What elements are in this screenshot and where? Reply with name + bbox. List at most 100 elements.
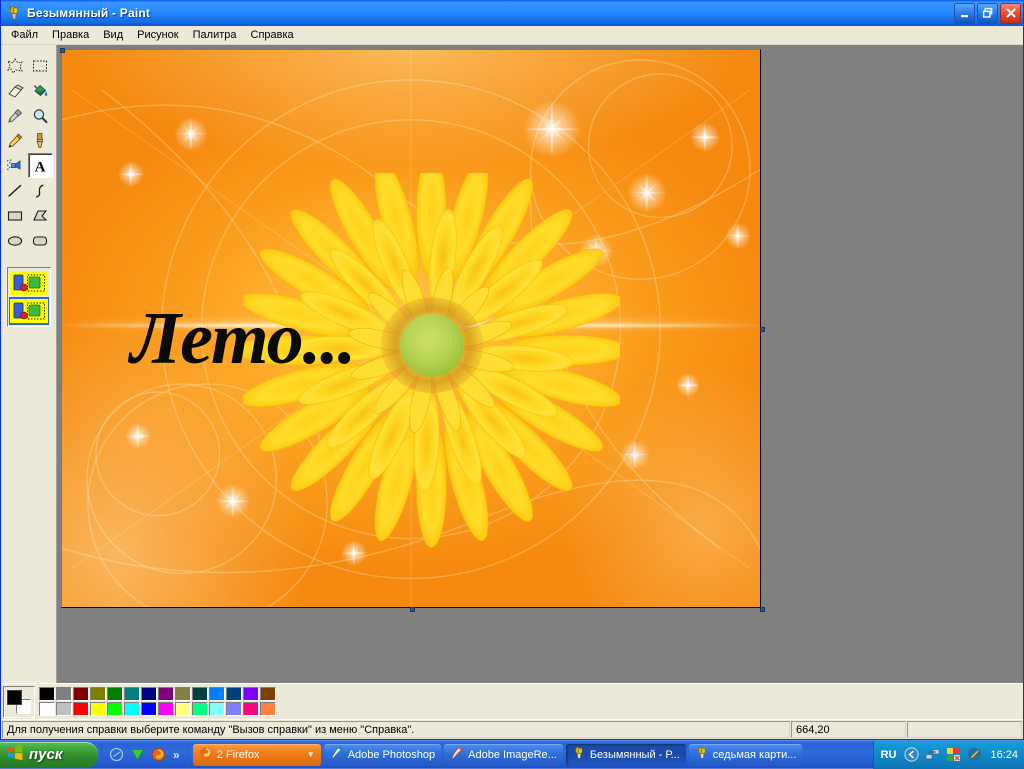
quicklaunch-overflow-button[interactable]: »: [171, 748, 182, 762]
menu-item-edit[interactable]: Правка: [45, 27, 96, 44]
foreground-color-swatch[interactable]: [7, 690, 22, 705]
canvas-image: Лето...: [62, 50, 760, 607]
opaque-background-option[interactable]: [9, 269, 49, 297]
resize-handle-top-left[interactable]: [60, 48, 65, 53]
free-form-select-tool[interactable]: [3, 53, 28, 78]
tool-box: A: [1, 45, 57, 683]
color-swatch[interactable]: [209, 702, 225, 716]
color-swatch[interactable]: [124, 687, 140, 701]
menu-item-view[interactable]: Вид: [96, 27, 130, 44]
select-tool[interactable]: [28, 53, 53, 78]
menu-item-image[interactable]: Рисунок: [130, 27, 186, 44]
color-swatch[interactable]: [175, 687, 191, 701]
curve-tool[interactable]: [28, 178, 53, 203]
color-swatch[interactable]: [56, 702, 72, 716]
menu-item-colors[interactable]: Палитра: [186, 27, 244, 44]
paint-icon: [695, 746, 709, 763]
color-swatch[interactable]: [243, 687, 259, 701]
rectangle-tool[interactable]: [3, 203, 28, 228]
color-swatch[interactable]: [39, 687, 55, 701]
color-swatch[interactable]: [90, 687, 106, 701]
canvas-container: Лето...: [61, 49, 763, 610]
firefox-icon[interactable]: [150, 747, 166, 763]
menu-bar: Файл Правка Вид Рисунок Палитра Справка: [1, 26, 1023, 45]
color-swatch[interactable]: [260, 687, 276, 701]
antivirus-icon[interactable]: [945, 747, 961, 763]
color-swatch[interactable]: [158, 702, 174, 716]
color-swatch[interactable]: [39, 702, 55, 716]
drawing-canvas[interactable]: Лето...: [61, 49, 761, 608]
show-desktop-icon[interactable]: [108, 747, 124, 763]
quick-launch-bar: »: [101, 743, 189, 767]
start-button[interactable]: пуск: [0, 742, 98, 768]
color-swatch[interactable]: [260, 702, 276, 716]
color-swatch[interactable]: [192, 702, 208, 716]
color-swatch[interactable]: [226, 687, 242, 701]
text-tool[interactable]: A: [28, 153, 53, 178]
menu-item-file[interactable]: Файл: [4, 27, 45, 44]
color-swatch[interactable]: [124, 702, 140, 716]
taskbar-items: 2 Firefox ▼ Adobe Photoshop Adobe ImageR…: [189, 744, 873, 766]
line-tool[interactable]: [3, 178, 28, 203]
taskbar-item-paint[interactable]: Безымянный - Р...: [566, 744, 686, 766]
utorrent-icon[interactable]: [129, 747, 145, 763]
airbrush-tool[interactable]: [3, 153, 28, 178]
transparent-background-option[interactable]: [9, 297, 49, 325]
color-palette: [1, 683, 1023, 719]
chevron-down-icon[interactable]: ▼: [307, 750, 315, 759]
color-swatch[interactable]: [243, 702, 259, 716]
svg-text:A: A: [35, 159, 46, 175]
color-swatch[interactable]: [226, 702, 242, 716]
taskbar-item-photoshop[interactable]: Adobe Photoshop: [324, 744, 441, 766]
taskbar-item-imageready[interactable]: Adobe ImageRe...: [444, 744, 563, 766]
windows-logo-icon: [6, 744, 24, 765]
paint-icon: [572, 746, 586, 763]
pencil-tool[interactable]: [3, 128, 28, 153]
close-button[interactable]: [1000, 3, 1021, 24]
firefox-icon: [199, 746, 213, 763]
brush-tool[interactable]: [28, 128, 53, 153]
fill-tool[interactable]: [28, 78, 53, 103]
color-swatch[interactable]: [141, 687, 157, 701]
eraser-tool[interactable]: [3, 78, 28, 103]
color-swatch[interactable]: [175, 702, 191, 716]
network-icon[interactable]: [924, 747, 940, 763]
language-indicator[interactable]: RU: [881, 749, 897, 761]
color-swatch[interactable]: [90, 702, 106, 716]
color-swatch[interactable]: [56, 687, 72, 701]
palette-swatches: [39, 687, 277, 716]
color-swatch[interactable]: [107, 702, 123, 716]
taskbar-item-label: Безымянный - Р...: [590, 749, 680, 761]
system-tray: RU: [873, 741, 1024, 769]
window-title: Безымянный - Paint: [27, 6, 954, 20]
color-swatch[interactable]: [73, 687, 89, 701]
color-swatch[interactable]: [209, 687, 225, 701]
system-clock[interactable]: 16:24: [990, 749, 1018, 761]
taskbar-item-firefox[interactable]: 2 Firefox ▼: [193, 744, 321, 766]
polygon-tool[interactable]: [28, 203, 53, 228]
title-bar[interactable]: Безымянный - Paint: [1, 0, 1023, 26]
taskbar-item-picture[interactable]: седьмая карти...: [689, 744, 803, 766]
foreground-background-color-indicator[interactable]: [3, 686, 35, 718]
color-swatch[interactable]: [73, 702, 89, 716]
canvas-workspace[interactable]: Лето...: [57, 45, 1023, 683]
color-swatch[interactable]: [158, 687, 174, 701]
rounded-rectangle-tool[interactable]: [28, 228, 53, 253]
menu-item-help[interactable]: Справка: [244, 27, 301, 44]
resize-handle-bottom-right[interactable]: [760, 607, 765, 612]
minimize-button[interactable]: [954, 3, 975, 24]
magnifier-tool[interactable]: [28, 103, 53, 128]
show-hidden-icons-icon[interactable]: [903, 747, 919, 763]
color-swatch[interactable]: [141, 702, 157, 716]
status-size: [907, 721, 1022, 738]
ellipse-tool[interactable]: [3, 228, 28, 253]
window-controls: [954, 3, 1021, 24]
resize-handle-middle-right[interactable]: [760, 327, 765, 332]
pick-color-tool[interactable]: [3, 103, 28, 128]
maximize-button[interactable]: [977, 3, 998, 24]
color-swatch[interactable]: [107, 687, 123, 701]
taskbar: пуск »: [0, 740, 1024, 768]
resize-handle-bottom-center[interactable]: [410, 607, 415, 612]
pen-tablet-icon[interactable]: [966, 747, 982, 763]
color-swatch[interactable]: [192, 687, 208, 701]
